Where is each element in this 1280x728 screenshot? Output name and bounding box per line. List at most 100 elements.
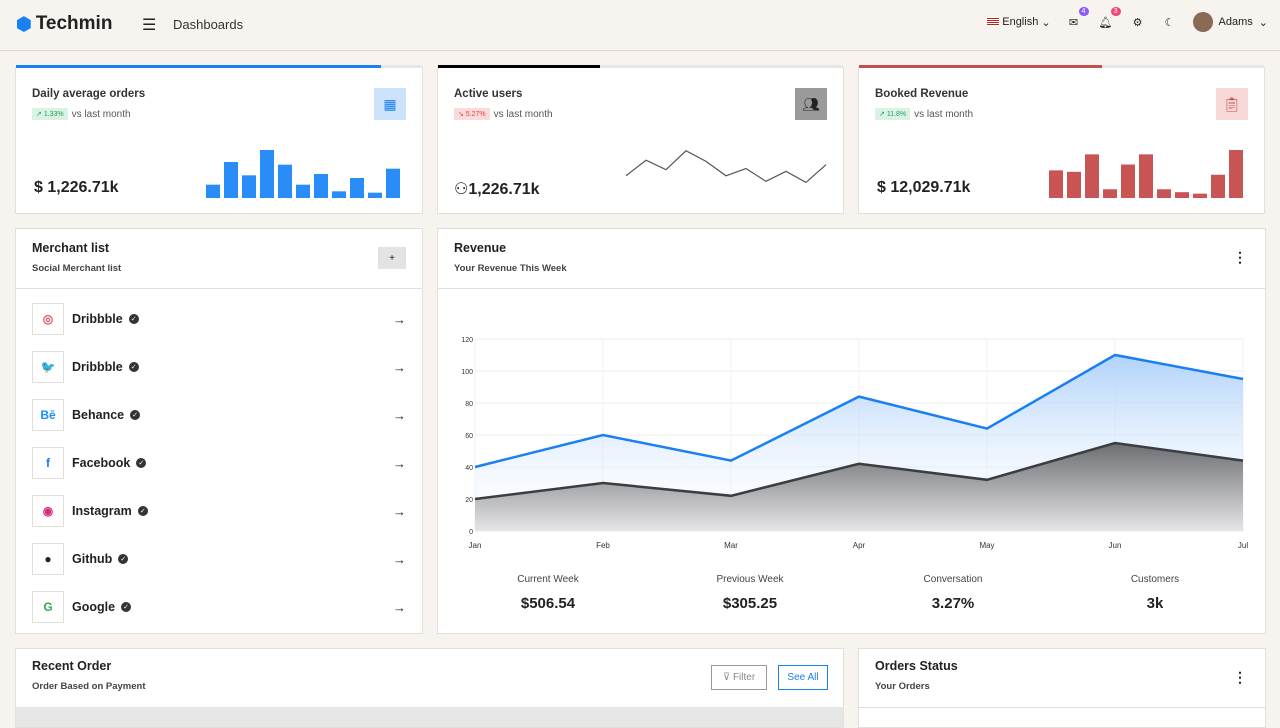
merchant-item-facebook[interactable]: f Facebook ✓ → — [32, 446, 406, 480]
stat-value: 3.27% — [931, 595, 975, 612]
card-value: $ 1,226.71k — [34, 179, 119, 196]
filter-button[interactable]: ⊽ Filter — [711, 665, 767, 690]
stat-label: Current Week — [517, 574, 579, 585]
stat-previous-week: Previous Week $305.25 — [650, 574, 850, 612]
panel-title: Merchant list — [32, 241, 110, 255]
arrow-right-icon[interactable]: → — [393, 552, 406, 567]
table-header — [16, 707, 843, 727]
spark-bar — [1157, 189, 1171, 198]
revenue-panel: Revenue Your Revenue This Week ⋮ 0 20 40 60… — [437, 228, 1266, 634]
spark-bar — [278, 164, 292, 198]
merchant-item-github[interactable]: ● Github ✓ → — [32, 542, 406, 576]
y-tick-label: 120 — [461, 337, 473, 344]
stat-label: Conversation — [923, 574, 983, 585]
y-tick-label: 60 — [465, 433, 473, 440]
user-menu[interactable]: Adams ⌄ — [1192, 12, 1268, 32]
theme-toggle[interactable]: ☾ — [1161, 13, 1179, 31]
spark-bar — [350, 178, 364, 198]
gear-icon: ⚙ — [1132, 16, 1143, 29]
revenue-bar-sparkline — [1049, 150, 1243, 198]
mail-button[interactable]: ✉ 4 — [1065, 7, 1089, 31]
notifications-button[interactable]: 🔔︎ 3 — [1097, 7, 1121, 31]
arrow-right-icon[interactable]: → — [393, 504, 406, 519]
verified-icon: ✓ — [118, 554, 129, 564]
vs-label: vs last month — [914, 108, 974, 120]
stat-conversation: Conversation 3.27% — [853, 574, 1053, 612]
notification-badge: 3 — [1110, 7, 1121, 16]
change-value: 5.27% — [465, 111, 486, 118]
spark-bar — [260, 150, 274, 198]
merchant-item-twitter[interactable]: 🐦 Dribbble ✓ → — [32, 350, 406, 384]
breadcrumb: Dashboards — [173, 17, 244, 32]
orders-status-panel: Orders Status Your Orders ⋮ — [858, 648, 1266, 728]
merchant-name: Instagram — [72, 504, 132, 518]
merchant-item-dribbble[interactable]: ◎ Dribbble ✓ → — [32, 302, 406, 336]
x-tick-label: Mar — [724, 541, 738, 550]
panel-title: Orders Status — [875, 659, 958, 673]
recent-order-panel: Recent Order Order Based on Payment ⊽ Fi… — [15, 648, 844, 728]
chevron-down-icon: ⌄ — [1041, 16, 1051, 29]
spark-bar — [1175, 192, 1189, 198]
spark-bar — [1139, 154, 1153, 198]
verified-icon: ✓ — [137, 506, 148, 516]
see-all-button[interactable]: See All — [778, 665, 828, 690]
bell-icon: 🔔︎ — [1098, 16, 1113, 29]
card-title: Booked Revenue — [875, 88, 969, 100]
divider — [16, 288, 422, 289]
vs-label: vs last month — [493, 108, 553, 120]
x-tick-label: Jan — [469, 541, 482, 550]
hamburger-menu-icon[interactable]: ☰ — [142, 15, 156, 35]
panel-title: Recent Order — [32, 659, 112, 673]
merchant-item-instagram[interactable]: ◉ Instagram ✓ → — [32, 494, 406, 528]
verified-icon: ✓ — [128, 314, 139, 324]
arrow-right-icon[interactable]: → — [393, 312, 406, 327]
spark-bar — [242, 175, 256, 198]
spark-line — [626, 150, 827, 184]
arrow-right-icon[interactable]: → — [393, 408, 406, 423]
spark-bar — [314, 174, 328, 198]
card-value: 1,226.71k — [468, 181, 540, 198]
language-selector[interactable]: English ⌄ — [987, 16, 1051, 29]
stat-customers: Customers 3k — [1055, 574, 1255, 612]
arrow-right-icon[interactable]: → — [393, 456, 406, 471]
logo[interactable]: ⬢ Techmin — [16, 13, 112, 35]
spark-bar — [1067, 171, 1081, 198]
merchant-list-panel: Merchant list Social Merchant list + ◎ Dr… — [15, 228, 423, 634]
us-flag-icon — [987, 18, 1000, 26]
panel-subtitle: Social Merchant list — [32, 263, 122, 274]
x-tick-label: Apr — [853, 541, 866, 550]
settings-button[interactable]: ⚙ — [1129, 13, 1147, 31]
arrow-right-icon[interactable]: → — [393, 600, 406, 615]
stat-label: Customers — [1130, 574, 1180, 585]
y-tick-label: 100 — [461, 369, 473, 376]
mail-badge: 4 — [1078, 7, 1089, 16]
spark-bar — [1085, 154, 1099, 198]
change-badge: ↗ 1.33% — [32, 108, 68, 120]
card-value-wrap: ⚇1,226.71k — [454, 179, 540, 199]
users-line-sparkline — [626, 150, 827, 184]
card-title: Daily average orders — [32, 88, 146, 100]
users-icon: 👥︎ — [795, 88, 827, 120]
spark-bar — [206, 184, 220, 198]
behance-icon: Bē — [32, 399, 64, 431]
change-value: 1.33% — [43, 111, 64, 118]
twitter-icon: 🐦 — [32, 351, 64, 383]
card-value: $ 12,029.71k — [877, 179, 971, 196]
add-merchant-button[interactable]: + — [378, 247, 406, 269]
dribbble-icon: ◎ — [32, 303, 64, 335]
stat-value: 3k — [1146, 595, 1164, 612]
verified-icon: ✓ — [130, 410, 141, 420]
merchant-item-behance[interactable]: Bē Behance ✓ → — [32, 398, 406, 432]
spark-bar — [224, 162, 238, 198]
mail-icon: ✉ — [1068, 16, 1079, 29]
spark-bar — [1211, 174, 1225, 198]
divider — [859, 707, 1265, 708]
verified-icon: ✓ — [128, 362, 139, 372]
card-active-users: Active users ↘ 5.27% vs last month 👥︎ ⚇1,… — [437, 65, 844, 214]
more-options-icon[interactable]: ⋮ — [1233, 669, 1247, 686]
top-bar: ⬢ Techmin ☰ Dashboards English ⌄ ✉ 4 🔔︎ 3 ⚙ … — [0, 0, 1280, 51]
arrow-right-icon[interactable]: → — [393, 360, 406, 375]
merchant-name: Google — [72, 600, 116, 614]
spark-bar — [386, 168, 400, 198]
merchant-item-google[interactable]: G Google ✓ → — [32, 590, 406, 624]
